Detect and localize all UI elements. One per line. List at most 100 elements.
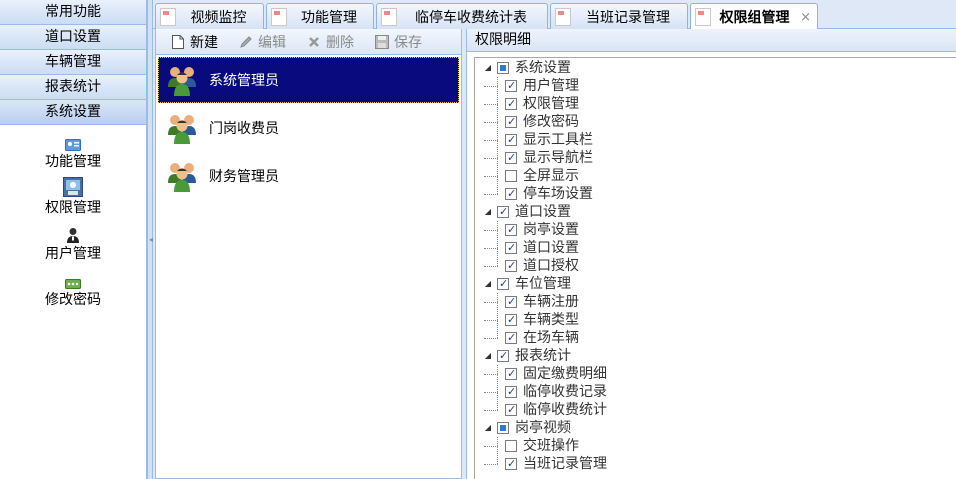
tree-leaf[interactable]: 固定缴费明细 xyxy=(475,365,956,383)
tree-leaf[interactable]: 显示工具栏 xyxy=(475,131,956,149)
tree-leaf[interactable]: 车辆类型 xyxy=(475,311,956,329)
expand-triangle-icon[interactable]: ◢ xyxy=(483,275,493,293)
tree-checkbox[interactable] xyxy=(505,95,517,113)
delete-label: 删除 xyxy=(326,34,354,51)
tree-checkbox[interactable] xyxy=(505,221,517,239)
collapse-arrow-icon[interactable]: ◂ xyxy=(149,236,153,244)
user-icon xyxy=(66,223,80,243)
tree-node-label: 全屏显示 xyxy=(523,168,579,184)
tree-checkbox[interactable] xyxy=(505,329,517,347)
tree-node-system-settings[interactable]: ◢ 系统设置 xyxy=(475,59,956,77)
expand-triangle-icon[interactable]: ◢ xyxy=(483,59,493,77)
nav-header-gate[interactable]: 道口设置 xyxy=(0,25,146,50)
user-group-icon xyxy=(165,159,199,193)
nav-header-vehicle[interactable]: 车辆管理 xyxy=(0,50,146,75)
save-button[interactable]: 保存 xyxy=(374,32,422,52)
tree-node-label: 车辆类型 xyxy=(523,312,579,328)
page-icon xyxy=(160,7,176,26)
nav-item-label: 权限管理 xyxy=(45,200,101,216)
tree-leaf[interactable]: 全屏显示 xyxy=(475,167,956,185)
tree-checkbox[interactable] xyxy=(505,257,517,275)
role-list: 系统管理员 门岗收费员 财务管理员 xyxy=(156,55,461,203)
tree-node-label: 岗亭视频 xyxy=(515,420,571,436)
tree-checkbox[interactable] xyxy=(505,131,517,149)
role-item-finance-admin[interactable]: 财务管理员 xyxy=(158,153,459,199)
tree-node-label: 道口设置 xyxy=(515,204,571,220)
tree-leaf[interactable]: 用户管理 xyxy=(475,77,956,95)
tree-checkbox[interactable] xyxy=(505,149,517,167)
tree-leaf[interactable]: 临停收费记录 xyxy=(475,383,956,401)
tree-checkbox[interactable] xyxy=(505,311,517,329)
new-button[interactable]: 新建 xyxy=(170,32,218,52)
role-label: 门岗收费员 xyxy=(209,121,279,137)
tree-leaf[interactable]: 岗亭设置 xyxy=(475,221,956,239)
tree-checkbox[interactable] xyxy=(505,401,517,419)
tree-node-label: 当班记录管理 xyxy=(523,456,607,472)
tree-leaf[interactable]: 车辆注册 xyxy=(475,293,956,311)
tree-node-label: 临停收费记录 xyxy=(523,384,607,400)
tab-video-monitor[interactable]: 视频监控 xyxy=(155,3,264,29)
edit-button[interactable]: 编辑 xyxy=(238,32,286,52)
nav-splitter[interactable]: ◂ xyxy=(147,0,153,479)
tree-leaf[interactable]: 显示导航栏 xyxy=(475,149,956,167)
tab-function-mgmt[interactable]: 功能管理 xyxy=(266,3,374,29)
tree-leaf[interactable]: 临停收费统计 xyxy=(475,401,956,419)
tree-leaf[interactable]: 停车场设置 xyxy=(475,185,956,203)
tree-leaf[interactable]: 权限管理 xyxy=(475,95,956,113)
tree-leaf[interactable]: 当班记录管理 xyxy=(475,455,956,473)
nav-item-permission-mgmt[interactable]: 权限管理 xyxy=(0,177,146,223)
tree-checkbox[interactable] xyxy=(497,422,509,434)
nav-item-change-password[interactable]: 修改密码 xyxy=(0,269,146,315)
tab-permission-group-mgmt[interactable]: 权限组管理 × xyxy=(690,3,818,30)
tab-label: 功能管理 xyxy=(301,9,357,26)
tree-checkbox[interactable] xyxy=(497,203,509,221)
tree-leaf[interactable]: 交班操作 xyxy=(475,437,956,455)
password-icon xyxy=(65,269,81,289)
tree-checkbox[interactable] xyxy=(505,365,517,383)
expand-triangle-icon[interactable]: ◢ xyxy=(483,203,493,221)
nav-item-user-mgmt[interactable]: 用户管理 xyxy=(0,223,146,269)
nav-item-function-mgmt[interactable]: 功能管理 xyxy=(0,131,146,177)
tree-checkbox[interactable] xyxy=(497,275,509,293)
tree-leaf[interactable]: 修改密码 xyxy=(475,113,956,131)
delete-button[interactable]: 删除 xyxy=(306,32,354,52)
tree-leaf[interactable]: 在场车辆 xyxy=(475,329,956,347)
tab-label: 当班记录管理 xyxy=(586,9,670,26)
close-icon[interactable]: × xyxy=(800,10,817,25)
tab-shift-records[interactable]: 当班记录管理 xyxy=(550,3,688,29)
tree-checkbox[interactable] xyxy=(505,293,517,311)
nav-header-report[interactable]: 报表统计 xyxy=(0,75,146,100)
tree-checkbox[interactable] xyxy=(505,170,517,182)
nav-header-common[interactable]: 常用功能 xyxy=(0,0,146,25)
tree-node-parking-space[interactable]: ◢ 车位管理 xyxy=(475,275,956,293)
tree-checkbox[interactable] xyxy=(505,440,517,452)
nav-header-system[interactable]: 系统设置 xyxy=(0,100,146,125)
tree-checkbox[interactable] xyxy=(505,239,517,257)
tree-node-booth-video[interactable]: ◢ 岗亭视频 xyxy=(475,419,956,437)
tree-leaf[interactable]: 道口授权 xyxy=(475,257,956,275)
tree-checkbox[interactable] xyxy=(505,77,517,95)
role-panel: 新建 编辑 删除 保存 系统管理员 门岗收费员 财务管理员 xyxy=(155,29,462,479)
tree-checkbox[interactable] xyxy=(505,113,517,131)
tree-checkbox[interactable] xyxy=(505,383,517,401)
tree-node-label: 车位管理 xyxy=(515,276,571,292)
pencil-icon xyxy=(238,34,254,50)
id-card-icon xyxy=(65,131,81,151)
tree-node-reports[interactable]: ◢ 报表统计 xyxy=(475,347,956,365)
tab-temp-parking-stats[interactable]: 临停车收费统计表 xyxy=(376,3,548,29)
tree-leaf[interactable]: 道口设置 xyxy=(475,239,956,257)
role-item-gate-cashier[interactable]: 门岗收费员 xyxy=(158,105,459,151)
expand-triangle-icon[interactable]: ◢ xyxy=(483,419,493,437)
tree-node-gate-settings[interactable]: ◢ 道口设置 xyxy=(475,203,956,221)
role-item-system-admin[interactable]: 系统管理员 xyxy=(158,57,459,103)
tree-checkbox[interactable] xyxy=(497,347,509,365)
expand-triangle-icon[interactable]: ◢ xyxy=(483,347,493,365)
page-icon xyxy=(271,7,287,26)
tree-checkbox[interactable] xyxy=(505,455,517,473)
tree-checkbox[interactable] xyxy=(497,62,509,74)
toolbar: 新建 编辑 删除 保存 xyxy=(156,29,461,55)
tree-node-label: 在场车辆 xyxy=(523,330,579,346)
tree-checkbox[interactable] xyxy=(505,185,517,203)
tree-node-label: 显示工具栏 xyxy=(523,132,593,148)
tree-group: ◢ 报表统计 固定缴费明细 临停收费记录 临停收费统计 xyxy=(475,347,956,419)
